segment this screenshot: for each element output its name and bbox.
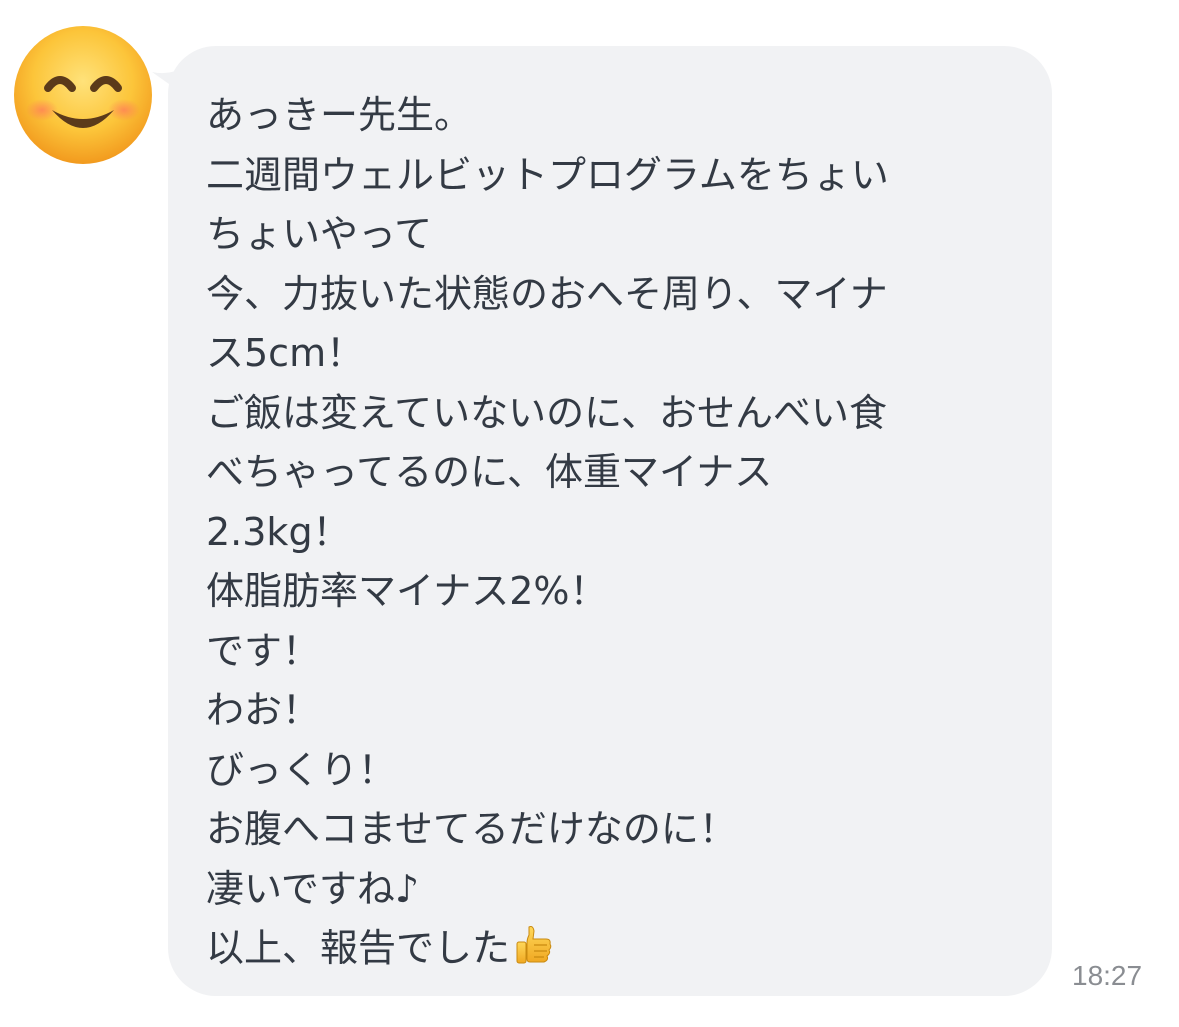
message-line: 体脂肪率マイナス2%！ xyxy=(206,569,608,613)
message-line: ちょいやって xyxy=(206,212,433,256)
message-line: べちゃってるのに、体重マイナス xyxy=(206,450,773,494)
message-line: 凄いですね♪ xyxy=(206,866,420,911)
message-line: 今、力抜いた状態のおへそ周り、マイナ xyxy=(206,271,888,316)
message-line: ご飯は変えていないのに、おせんべい食 xyxy=(206,390,887,435)
message-line: びっくり！ xyxy=(206,747,397,792)
message-line-last: 以上、報告でした xyxy=(206,919,1032,979)
message-line: 2.3kg！ xyxy=(206,509,351,554)
message-line: ス5cm！ xyxy=(206,331,365,375)
message-line: お腹へコませてるだけなのに！ xyxy=(206,807,737,851)
message-line: です！ xyxy=(206,628,321,673)
smiling-face-icon xyxy=(14,26,152,164)
message-timestamp: 18:27 xyxy=(1072,960,1143,991)
avatar[interactable] xyxy=(12,24,154,166)
message-line: あっきー先生。 xyxy=(206,93,473,137)
message-line-text: 以上、報告でした xyxy=(206,926,511,970)
message-bubble[interactable]: あっきー先生。 二週間ウェルビットプログラムをちょい ちょいやって 今、力抜いた… xyxy=(168,46,1052,996)
message-line: わお！ xyxy=(206,688,321,732)
thumbs-up-icon xyxy=(512,923,556,967)
message-line: 二週間ウェルビットプログラムをちょい xyxy=(206,152,889,197)
